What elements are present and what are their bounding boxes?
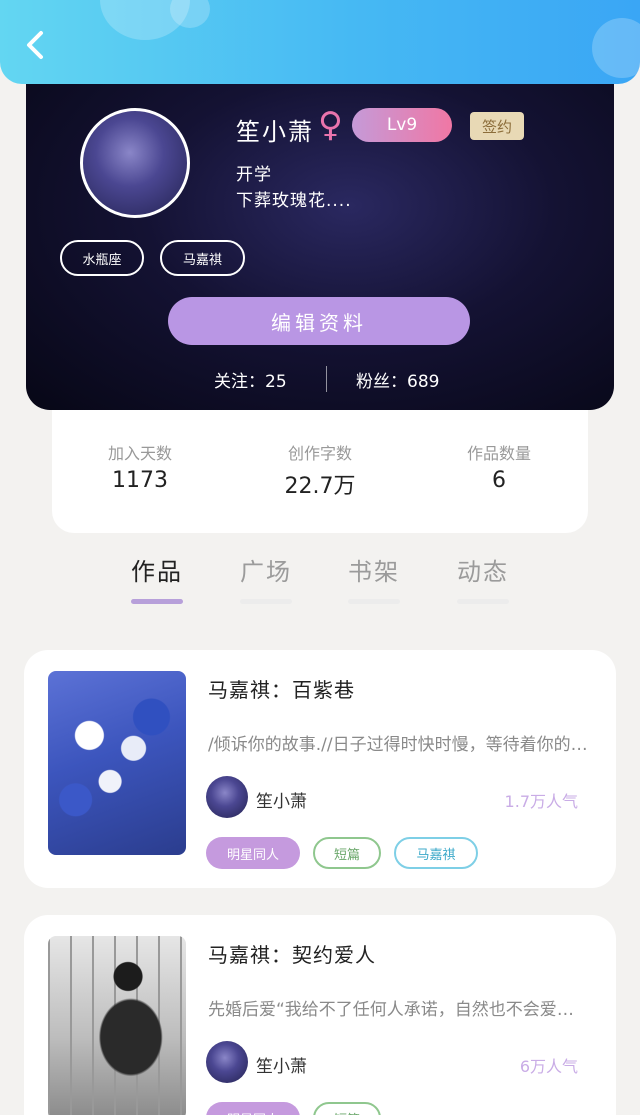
tab-indicator	[348, 599, 400, 604]
stat-value: 1173	[112, 468, 168, 493]
tab-label: 动态	[457, 558, 509, 586]
work-cover-image	[48, 936, 186, 1115]
popularity-count: 6万人气	[519, 1057, 578, 1076]
stat-label: 创作字数	[287, 444, 352, 463]
stat-label: 作品数量	[466, 444, 531, 463]
tab-bookshelf[interactable]: 书架	[344, 552, 404, 604]
female-icon: ♀	[318, 105, 343, 145]
stat-value: 6	[492, 468, 506, 493]
work-tag[interactable]: 明星同人	[206, 1102, 300, 1115]
profile-tag[interactable]: 马嘉祺	[160, 240, 245, 276]
profile-header: 笙小萧 ♀ Lv9 签约 开学 下葬玫瑰花.... 水瓶座 马嘉祺 编辑资料 关…	[26, 70, 614, 410]
stat-word-count: 创作字数 22.7万	[245, 440, 395, 500]
level-badge: Lv9	[352, 108, 452, 142]
work-description: 先婚后爱“我给不了任何人承诺，自然也不会爱上你”	[208, 1000, 588, 1020]
tab-label: 作品	[131, 558, 183, 586]
work-tag[interactable]: 短篇	[313, 1102, 381, 1115]
tab-square[interactable]: 广场	[236, 552, 296, 604]
author-avatar[interactable]	[206, 776, 248, 818]
author-name[interactable]: 笙小萧	[256, 1052, 307, 1077]
edit-profile-button[interactable]: 编辑资料	[168, 297, 470, 345]
tab-label: 书架	[348, 558, 400, 586]
bio-line: 开学	[236, 165, 272, 185]
work-cover-image	[48, 671, 186, 855]
tab-indicator	[457, 599, 509, 604]
avatar[interactable]	[80, 108, 190, 218]
work-title: 马嘉祺：百紫巷	[208, 678, 355, 702]
username: 笙小萧	[236, 118, 314, 146]
stat-join-days: 加入天数 1173	[65, 440, 215, 493]
following-count[interactable]: 关注：25	[214, 367, 287, 392]
work-title: 马嘉祺：契约爱人	[208, 943, 376, 967]
author-avatar[interactable]	[206, 1041, 248, 1083]
tab-works[interactable]: 作品	[127, 552, 187, 604]
followers-count[interactable]: 粉丝：689	[356, 367, 439, 392]
tab-moments[interactable]: 动态	[453, 552, 513, 604]
work-card[interactable]: 马嘉祺：百紫巷 /倾诉你的故事.//日子过得时快时慢，等待着你的到来 笙小萧 1…	[24, 650, 616, 888]
work-tag[interactable]: 明星同人	[206, 837, 300, 869]
stat-label: 加入天数	[107, 444, 172, 463]
chevron-left-icon	[27, 31, 43, 59]
work-tag[interactable]: 短篇	[313, 837, 381, 869]
stat-value: 22.7万	[284, 474, 356, 499]
tab-indicator	[131, 599, 183, 604]
profile-tag[interactable]: 水瓶座	[60, 240, 144, 276]
decor-bubble	[592, 18, 640, 78]
work-card[interactable]: 马嘉祺：契约爱人 先婚后爱“我给不了任何人承诺，自然也不会爱上你” 笙小萧 6万…	[24, 915, 616, 1115]
tab-indicator	[240, 599, 292, 604]
author-name[interactable]: 笙小萧	[256, 787, 307, 812]
top-bar	[0, 0, 640, 84]
work-tag[interactable]: 马嘉祺	[394, 837, 478, 869]
divider	[326, 366, 327, 392]
back-button[interactable]	[18, 28, 52, 62]
contract-badge: 签约	[470, 112, 524, 140]
tab-bar: 作品 广场 书架 动态	[0, 548, 640, 618]
stat-works-count: 作品数量 6	[424, 440, 574, 493]
work-description: /倾诉你的故事.//日子过得时快时慢，等待着你的到来	[208, 735, 588, 755]
bio-line: 下葬玫瑰花....	[236, 191, 352, 211]
popularity-count: 1.7万人气	[504, 792, 578, 811]
tab-label: 广场	[240, 558, 292, 586]
